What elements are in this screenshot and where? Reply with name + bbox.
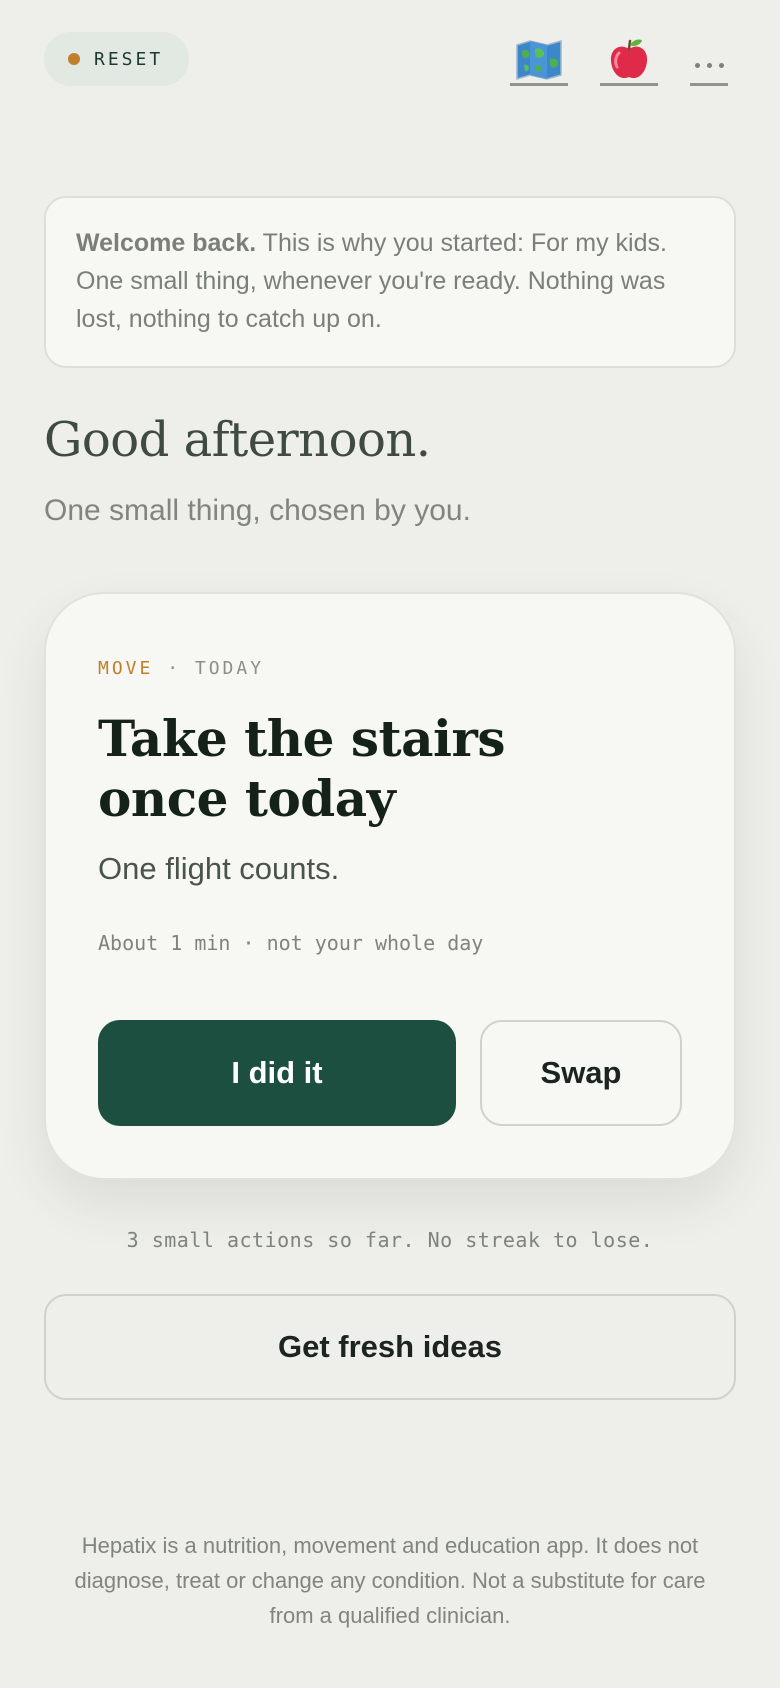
meta-separator: · [153,658,195,679]
task-meta: MOVE · TODAY [98,658,682,679]
map-button[interactable] [510,36,568,86]
task-actions: I did it Swap [98,1020,682,1126]
greeting-subtitle: One small thing, chosen by you. [44,494,471,527]
reset-button[interactable]: RESET [44,32,190,86]
reset-label: RESET [94,48,164,70]
task-duration: About 1 min · not your whole day [98,931,484,955]
more-button[interactable] [690,36,728,86]
fresh-ideas-button[interactable]: Get fresh ideas [44,1294,736,1400]
task-category: MOVE [98,658,154,679]
swap-button[interactable]: Swap [480,1020,682,1126]
home-screen: RESET Welcome back. This is why you star… [0,0,780,1688]
task-when: TODAY [194,658,265,679]
disclaimer: Hepatix is a nutrition, movement and edu… [74,1533,706,1628]
task-description: One flight counts. [98,851,340,886]
welcome-lead: Welcome back. [76,229,257,257]
top-bar: RESET [44,32,728,86]
progress-note: 3 small actions so far. No streak to los… [126,1228,654,1252]
task-title: Take the stairs once today [98,709,505,828]
greeting-title: Good afternoon. [44,412,431,468]
apple-icon [610,39,648,78]
status-dot [68,53,80,65]
map-icon [516,39,562,80]
welcome-banner: Welcome back. This is why you started: F… [44,196,736,368]
top-actions [510,32,728,86]
did-it-button[interactable]: I did it [98,1020,456,1126]
nutrition-button[interactable] [600,36,658,86]
more-icon [694,63,724,68]
task-card: MOVE · TODAY Take the stairs once today … [44,592,736,1180]
